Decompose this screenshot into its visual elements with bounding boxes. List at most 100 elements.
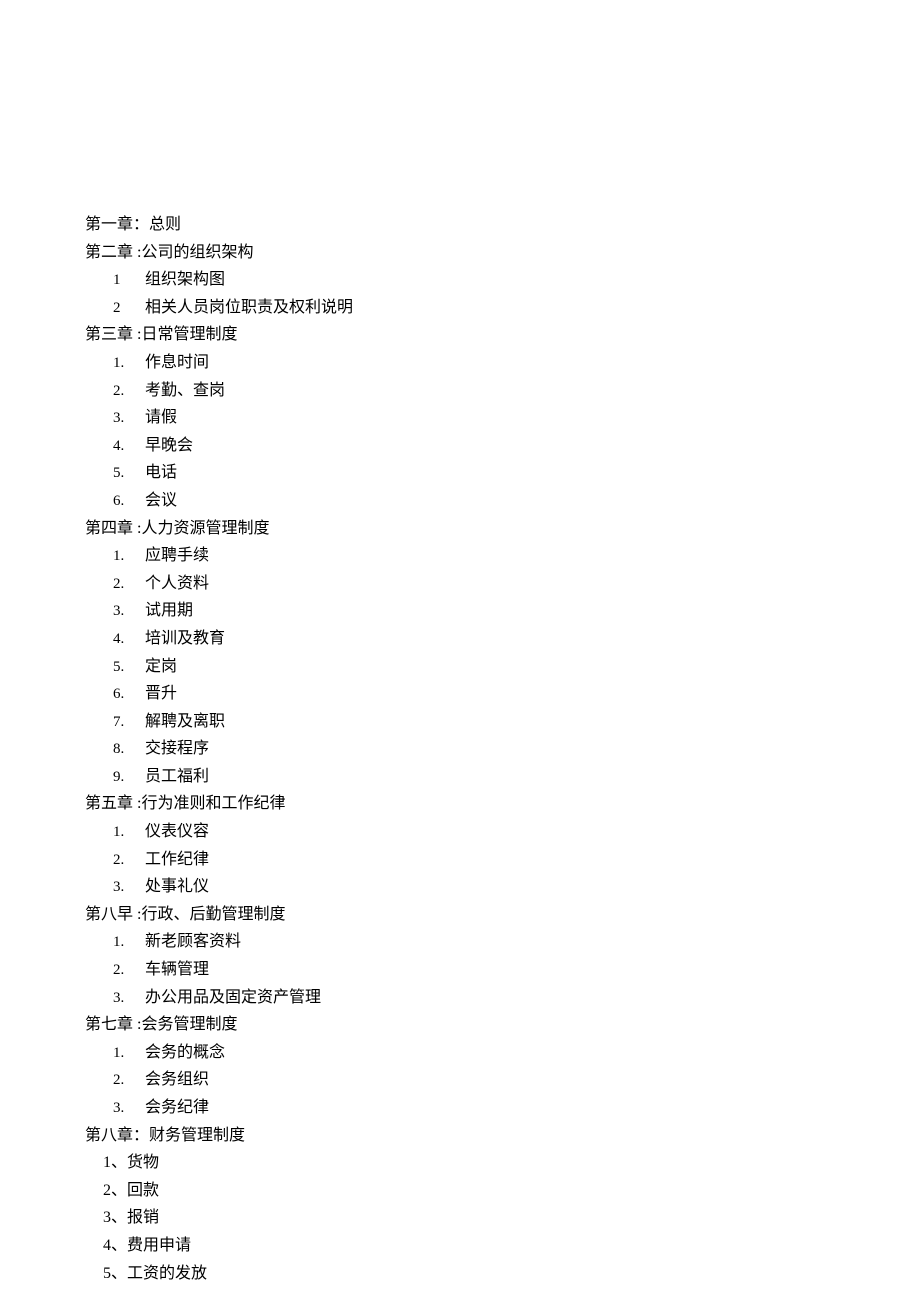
list-item: 3.试用期 bbox=[113, 598, 920, 624]
item-text: 费用申请 bbox=[127, 1237, 191, 1254]
list-item: 4.早晚会 bbox=[113, 433, 920, 459]
list-item: 2.考勤、查岗 bbox=[113, 378, 920, 404]
item-number: 7. bbox=[113, 710, 141, 734]
item-number: 5. bbox=[113, 655, 141, 679]
chapter-sublist: 1.仪表仪容 2.工作纪律 3.处事礼仪 bbox=[85, 819, 920, 900]
chapter-sublist: 1.会务的概念 2.会务组织 3.会务纪律 bbox=[85, 1040, 920, 1121]
chapter-title: 第八早 :行政、后勤管理制度 bbox=[85, 902, 920, 928]
item-number: 2 bbox=[113, 296, 141, 320]
item-number: 4. bbox=[113, 434, 141, 458]
list-item: 2.车辆管理 bbox=[113, 957, 920, 983]
list-item: 3.处事礼仪 bbox=[113, 874, 920, 900]
item-text: 晋升 bbox=[141, 681, 177, 707]
item-text: 考勤、查岗 bbox=[141, 378, 225, 404]
list-item: 3、报销 bbox=[103, 1205, 920, 1231]
item-number: 5. bbox=[113, 461, 141, 485]
list-item: 1.新老顾客资料 bbox=[113, 929, 920, 955]
item-text: 会务组织 bbox=[141, 1067, 209, 1093]
item-text: 个人资料 bbox=[141, 571, 209, 597]
list-item: 5.电话 bbox=[113, 460, 920, 486]
item-text: 相关人员岗位职责及权利说明 bbox=[141, 295, 353, 321]
item-text: 会务的概念 bbox=[141, 1040, 225, 1066]
item-text: 回款 bbox=[127, 1182, 159, 1199]
item-number: 3. bbox=[113, 1096, 141, 1120]
item-number: 2. bbox=[113, 958, 141, 982]
chapter-sublist: 1.作息时间 2.考勤、查岗 3.请假 4.早晚会 5.电话 6.会议 bbox=[85, 350, 920, 514]
item-text: 车辆管理 bbox=[141, 957, 209, 983]
item-text: 交接程序 bbox=[141, 736, 209, 762]
item-number: 4. bbox=[113, 627, 141, 651]
item-text: 会务纪律 bbox=[141, 1095, 209, 1121]
list-item: 1.会务的概念 bbox=[113, 1040, 920, 1066]
list-item: 5.定岗 bbox=[113, 654, 920, 680]
item-number: 1、 bbox=[103, 1154, 127, 1171]
list-item: 4.培训及教育 bbox=[113, 626, 920, 652]
item-text: 员工福利 bbox=[141, 764, 209, 790]
item-text: 处事礼仪 bbox=[141, 874, 209, 900]
list-item: 1.作息时间 bbox=[113, 350, 920, 376]
list-item: 2.工作纪律 bbox=[113, 847, 920, 873]
list-item: 5、工资的发放 bbox=[103, 1261, 920, 1287]
item-number: 2. bbox=[113, 848, 141, 872]
list-item: 3.请假 bbox=[113, 405, 920, 431]
item-text: 电话 bbox=[141, 460, 177, 486]
chapter-sublist: 1.新老顾客资料 2.车辆管理 3.办公用品及固定资产管理 bbox=[85, 929, 920, 1010]
list-item: 6.会议 bbox=[113, 488, 920, 514]
item-text: 会议 bbox=[141, 488, 177, 514]
item-text: 请假 bbox=[141, 405, 177, 431]
item-number: 6. bbox=[113, 489, 141, 513]
item-number: 1. bbox=[113, 1041, 141, 1065]
item-number: 6. bbox=[113, 682, 141, 706]
item-number: 3. bbox=[113, 599, 141, 623]
chapter-sublist: 1、货物 2、回款 3、报销 4、费用申请 5、工资的发放 bbox=[85, 1150, 920, 1286]
item-text: 仪表仪容 bbox=[141, 819, 209, 845]
chapter-title: 第八章：财务管理制度 bbox=[85, 1123, 920, 1149]
list-item: 6.晋升 bbox=[113, 681, 920, 707]
list-item: 9.员工福利 bbox=[113, 764, 920, 790]
chapter-title: 第二章 :公司的组织架构 bbox=[85, 240, 920, 266]
item-number: 9. bbox=[113, 765, 141, 789]
item-number: 1. bbox=[113, 351, 141, 375]
list-item: 2.个人资料 bbox=[113, 571, 920, 597]
item-text: 试用期 bbox=[141, 598, 193, 624]
item-text: 作息时间 bbox=[141, 350, 209, 376]
list-item: 1.仪表仪容 bbox=[113, 819, 920, 845]
chapter-title: 第一章：总则 bbox=[85, 212, 920, 238]
chapter-sublist: 1.应聘手续 2.个人资料 3.试用期 4.培训及教育 5.定岗 6.晋升 7.… bbox=[85, 543, 920, 789]
list-item: 8.交接程序 bbox=[113, 736, 920, 762]
list-item: 3.会务纪律 bbox=[113, 1095, 920, 1121]
list-item: 1、货物 bbox=[103, 1150, 920, 1176]
item-text: 早晚会 bbox=[141, 433, 193, 459]
item-number: 5、 bbox=[103, 1265, 127, 1282]
chapter-title: 第五章 :行为准则和工作纪律 bbox=[85, 791, 920, 817]
chapter-title: 第七章 :会务管理制度 bbox=[85, 1012, 920, 1038]
item-text: 应聘手续 bbox=[141, 543, 209, 569]
item-text: 组织架构图 bbox=[141, 267, 225, 293]
item-text: 办公用品及固定资产管理 bbox=[141, 985, 321, 1011]
list-item: 2、回款 bbox=[103, 1178, 920, 1204]
item-text: 定岗 bbox=[141, 654, 177, 680]
item-number: 1. bbox=[113, 820, 141, 844]
list-item: 7.解聘及离职 bbox=[113, 709, 920, 735]
item-text: 工作纪律 bbox=[141, 847, 209, 873]
list-item: 2相关人员岗位职责及权利说明 bbox=[113, 295, 920, 321]
chapter-title: 第三章 :日常管理制度 bbox=[85, 322, 920, 348]
item-number: 4、 bbox=[103, 1237, 127, 1254]
item-number: 2、 bbox=[103, 1182, 127, 1199]
list-item: 1组织架构图 bbox=[113, 267, 920, 293]
chapter-title: 第四章 :人力资源管理制度 bbox=[85, 516, 920, 542]
chapter-sublist: 1组织架构图 2相关人员岗位职责及权利说明 bbox=[85, 267, 920, 320]
document-body: 第一章：总则 第二章 :公司的组织架构 1组织架构图 2相关人员岗位职责及权利说… bbox=[85, 212, 920, 1286]
list-item: 1.应聘手续 bbox=[113, 543, 920, 569]
item-number: 2. bbox=[113, 572, 141, 596]
list-item: 4、费用申请 bbox=[103, 1233, 920, 1259]
item-text: 工资的发放 bbox=[127, 1265, 207, 1282]
list-item: 2.会务组织 bbox=[113, 1067, 920, 1093]
item-text: 解聘及离职 bbox=[141, 709, 225, 735]
item-number: 1. bbox=[113, 544, 141, 568]
item-number: 3. bbox=[113, 986, 141, 1010]
item-text: 新老顾客资料 bbox=[141, 929, 241, 955]
item-number: 3、 bbox=[103, 1209, 127, 1226]
list-item: 3.办公用品及固定资产管理 bbox=[113, 985, 920, 1011]
item-number: 2. bbox=[113, 379, 141, 403]
